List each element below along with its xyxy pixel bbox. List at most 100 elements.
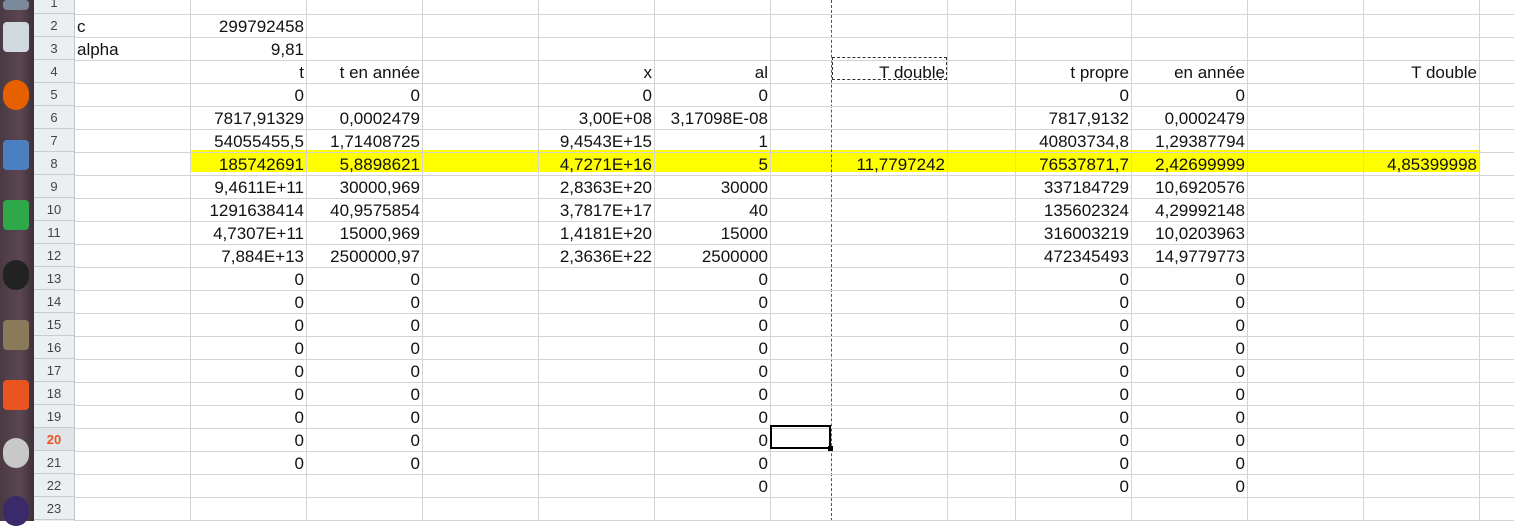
cell-j7[interactable]: 1,29387794 bbox=[1131, 130, 1247, 152]
cell-c9[interactable]: 30000,969 bbox=[306, 176, 422, 198]
cell-c8[interactable]: 5,8898621 bbox=[306, 153, 422, 175]
cell-i5[interactable]: 0 bbox=[1015, 84, 1131, 106]
row-header-22[interactable]: 22 bbox=[34, 474, 74, 497]
cell-i10[interactable]: 135602324 bbox=[1015, 199, 1131, 221]
cell-f16[interactable]: 0 bbox=[654, 337, 770, 359]
cell-b11[interactable]: 4,7307E+11 bbox=[190, 222, 306, 244]
cell-j10[interactable]: 4,29992148 bbox=[1131, 199, 1247, 221]
ubuntu-software-icon[interactable] bbox=[3, 380, 29, 410]
cell-b19[interactable]: 0 bbox=[190, 406, 306, 428]
cell-j13[interactable]: 0 bbox=[1131, 268, 1247, 290]
cell-j8[interactable]: 2,42699999 bbox=[1131, 153, 1247, 175]
cell-f7[interactable]: 1 bbox=[654, 130, 770, 152]
cell-j18[interactable]: 0 bbox=[1131, 383, 1247, 405]
fill-handle[interactable] bbox=[828, 446, 833, 451]
firefox-icon[interactable] bbox=[3, 80, 29, 110]
cell-j19[interactable]: 0 bbox=[1131, 406, 1247, 428]
cell-j17[interactable]: 0 bbox=[1131, 360, 1247, 382]
inkscape-icon[interactable] bbox=[3, 260, 29, 290]
cell-i20[interactable]: 0 bbox=[1015, 429, 1131, 451]
row-header-19[interactable]: 19 bbox=[34, 405, 74, 428]
cell-e5[interactable]: 0 bbox=[538, 84, 654, 106]
cell-i17[interactable]: 0 bbox=[1015, 360, 1131, 382]
cell-i14[interactable]: 0 bbox=[1015, 291, 1131, 313]
cell-i8[interactable]: 76537871,7 bbox=[1015, 153, 1131, 175]
cell-j22[interactable]: 0 bbox=[1131, 475, 1247, 497]
row-header-2[interactable]: 2 bbox=[34, 14, 74, 37]
settings-icon[interactable] bbox=[3, 438, 29, 468]
cell-i22[interactable]: 0 bbox=[1015, 475, 1131, 497]
cell-l8[interactable]: 4,85399998 bbox=[1363, 153, 1479, 175]
cell-e6[interactable]: 3,00E+08 bbox=[538, 107, 654, 129]
cell-b18[interactable]: 0 bbox=[190, 383, 306, 405]
cell-c4[interactable]: t en année bbox=[306, 61, 422, 83]
cell-j11[interactable]: 10,0203963 bbox=[1131, 222, 1247, 244]
cell-b2[interactable]: 299792458 bbox=[190, 15, 306, 37]
row-header-15[interactable]: 15 bbox=[34, 313, 74, 336]
cell-f14[interactable]: 0 bbox=[654, 291, 770, 313]
row-header-column[interactable]: 1 2 3 4 5 6 7 8 9 10 11 12 13 14 15 16 17 18 19 20 21 22 23 bbox=[34, 0, 75, 521]
cell-f20[interactable]: 0 bbox=[654, 429, 770, 451]
cell-c5[interactable]: 0 bbox=[306, 84, 422, 106]
cell-f11[interactable]: 15000 bbox=[654, 222, 770, 244]
row-header-23[interactable]: 23 bbox=[34, 497, 74, 520]
cell-b4[interactable]: t bbox=[190, 61, 306, 83]
cell-c7[interactable]: 1,71408725 bbox=[306, 130, 422, 152]
row-header-7[interactable]: 7 bbox=[34, 129, 74, 152]
cell-j4[interactable]: en année bbox=[1131, 61, 1247, 83]
cell-e10[interactable]: 3,7817E+17 bbox=[538, 199, 654, 221]
cell-c12[interactable]: 2500000,97 bbox=[306, 245, 422, 267]
cell-f10[interactable]: 40 bbox=[654, 199, 770, 221]
cell-g8[interactable]: 11,7797242 bbox=[770, 153, 947, 175]
cell-c16[interactable]: 0 bbox=[306, 337, 422, 359]
row-header-9[interactable]: 9 bbox=[34, 175, 74, 198]
cell-j16[interactable]: 0 bbox=[1131, 337, 1247, 359]
cell-j6[interactable]: 0,0002479 bbox=[1131, 107, 1247, 129]
cell-b8[interactable]: 185742691 bbox=[190, 153, 306, 175]
cell-j20[interactable]: 0 bbox=[1131, 429, 1247, 451]
image-viewer-icon[interactable] bbox=[3, 140, 29, 170]
cell-i21[interactable]: 0 bbox=[1015, 452, 1131, 474]
cell-c10[interactable]: 40,9575854 bbox=[306, 199, 422, 221]
cell-e4[interactable]: x bbox=[538, 61, 654, 83]
cell-e7[interactable]: 9,4543E+15 bbox=[538, 130, 654, 152]
row-header-4[interactable]: 4 bbox=[34, 60, 74, 83]
cell-e11[interactable]: 1,4181E+20 bbox=[538, 222, 654, 244]
row-header-1[interactable]: 1 bbox=[34, 0, 74, 14]
cell-c13[interactable]: 0 bbox=[306, 268, 422, 290]
cell-i7[interactable]: 40803734,8 bbox=[1015, 130, 1131, 152]
cell-j12[interactable]: 14,9779773 bbox=[1131, 245, 1247, 267]
cell-b9[interactable]: 9,4611E+11 bbox=[190, 176, 306, 198]
cell-f12[interactable]: 2500000 bbox=[654, 245, 770, 267]
cell-i15[interactable]: 0 bbox=[1015, 314, 1131, 336]
cell-b20[interactable]: 0 bbox=[190, 429, 306, 451]
cell-l4[interactable]: T double bbox=[1363, 61, 1479, 83]
row-header-17[interactable]: 17 bbox=[34, 359, 74, 382]
cell-a2[interactable]: c bbox=[75, 15, 190, 37]
cell-i12[interactable]: 472345493 bbox=[1015, 245, 1131, 267]
row-header-14[interactable]: 14 bbox=[34, 290, 74, 313]
gimp-icon[interactable] bbox=[3, 320, 29, 350]
cell-j15[interactable]: 0 bbox=[1131, 314, 1247, 336]
cell-f17[interactable]: 0 bbox=[654, 360, 770, 382]
cell-f8[interactable]: 5 bbox=[654, 153, 770, 175]
row-header-3[interactable]: 3 bbox=[34, 37, 74, 60]
cell-c21[interactable]: 0 bbox=[306, 452, 422, 474]
cell-b14[interactable]: 0 bbox=[190, 291, 306, 313]
cell-c17[interactable]: 0 bbox=[306, 360, 422, 382]
cell-i18[interactable]: 0 bbox=[1015, 383, 1131, 405]
active-cell-cursor[interactable] bbox=[770, 425, 831, 449]
cube-icon[interactable] bbox=[3, 22, 29, 52]
cell-b17[interactable]: 0 bbox=[190, 360, 306, 382]
cell-a3[interactable]: alpha bbox=[75, 38, 190, 60]
cell-c14[interactable]: 0 bbox=[306, 291, 422, 313]
cell-c11[interactable]: 15000,969 bbox=[306, 222, 422, 244]
cell-b10[interactable]: 1291638414 bbox=[190, 199, 306, 221]
cell-b16[interactable]: 0 bbox=[190, 337, 306, 359]
row-header-5[interactable]: 5 bbox=[34, 83, 74, 106]
cell-i13[interactable]: 0 bbox=[1015, 268, 1131, 290]
cell-b12[interactable]: 7,884E+13 bbox=[190, 245, 306, 267]
cell-c19[interactable]: 0 bbox=[306, 406, 422, 428]
cell-b15[interactable]: 0 bbox=[190, 314, 306, 336]
cell-f13[interactable]: 0 bbox=[654, 268, 770, 290]
